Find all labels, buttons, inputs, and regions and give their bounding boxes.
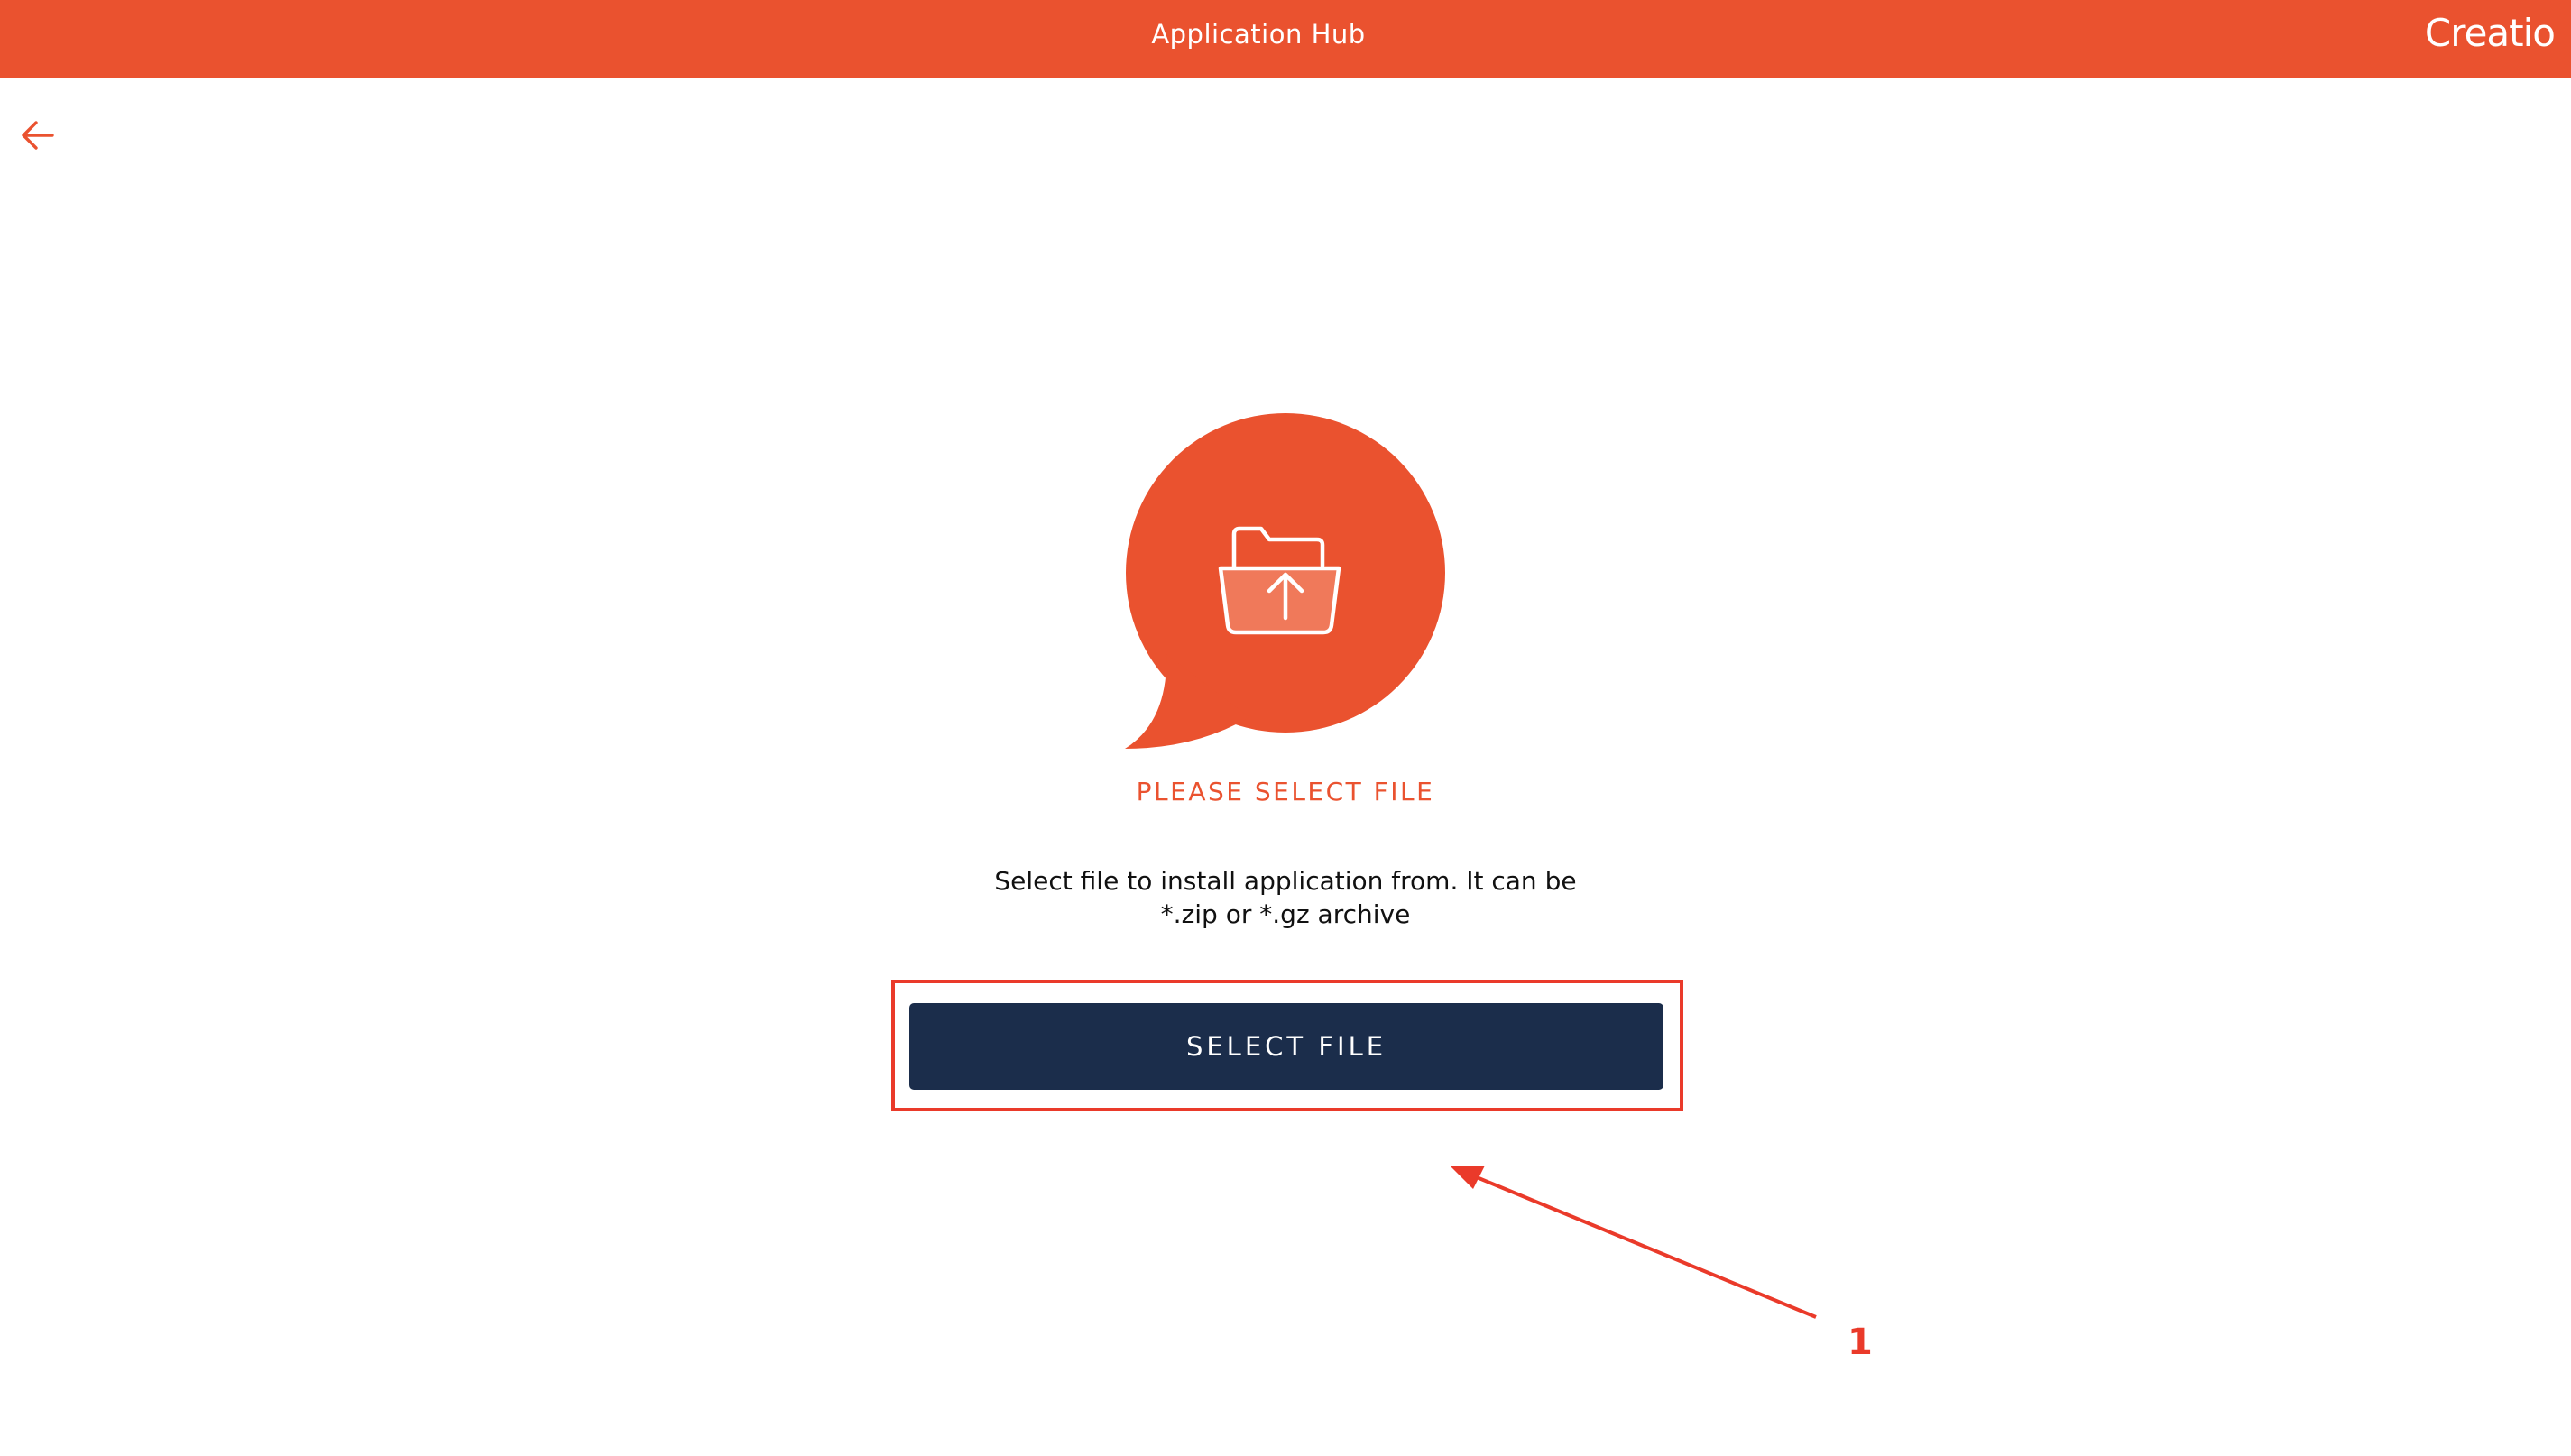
arrow-left-icon [22,121,54,150]
upload-bubble [1125,413,1445,749]
annotation-number: 1 [1848,1322,1873,1363]
status-label: PLEASE SELECT FILE [1136,777,1435,806]
select-file-button[interactable]: SELECT FILE [909,1003,1663,1090]
app-title: Application Hub [1151,19,1366,50]
content-panel [0,78,2571,1456]
top-bar: Application Hub Creatio [0,0,2571,78]
back-button[interactable] [16,115,60,155]
brand-logo: Creatio [2424,11,2556,55]
description-text: Select file to install application from.… [994,866,1577,929]
